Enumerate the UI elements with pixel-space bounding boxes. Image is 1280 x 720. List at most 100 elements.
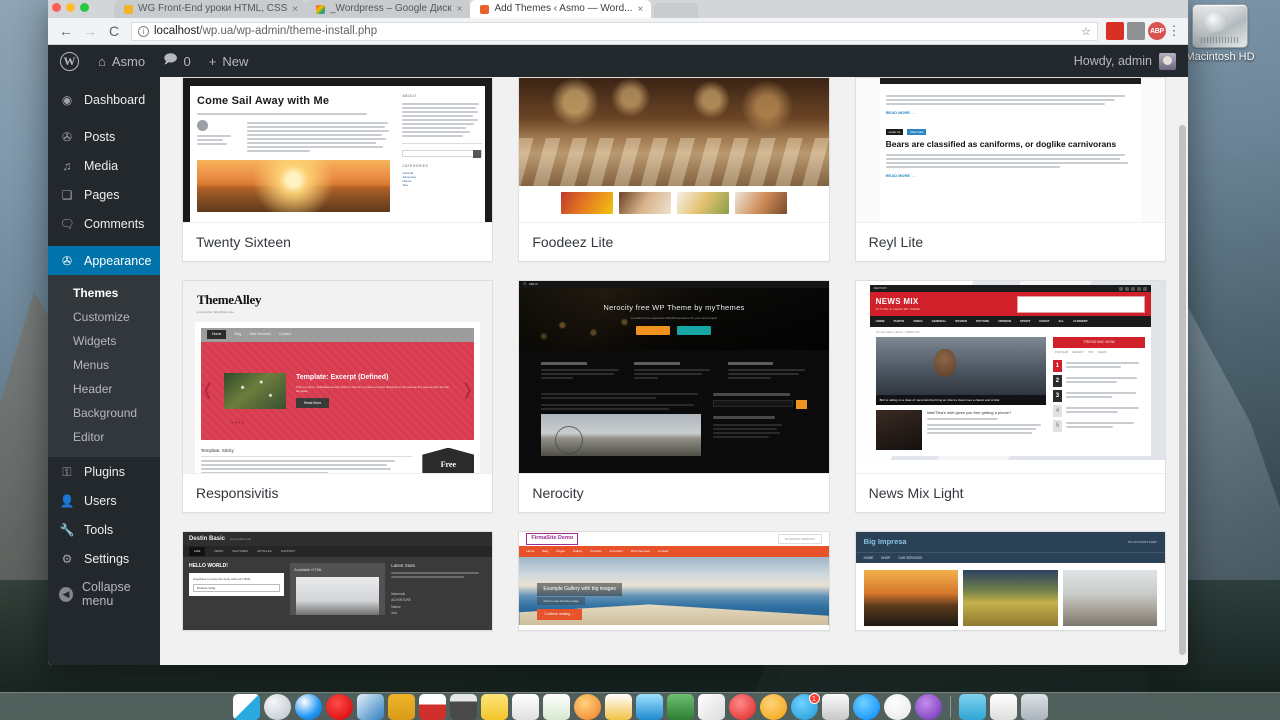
tab-favicon (480, 4, 490, 14)
photoshop-icon[interactable] (356, 694, 384, 720)
browser-menu-icon[interactable]: ⋮ (1166, 24, 1182, 37)
address-bar[interactable]: i localhost/wp.ua/wp-admin/theme-install… (131, 21, 1098, 41)
sidebar-item-pages[interactable]: ❏ Pages (48, 180, 160, 209)
extension-gray-icon[interactable] (1127, 22, 1145, 40)
downloads-folder-icon[interactable] (958, 694, 986, 720)
sidebar-item-appearance[interactable]: ✇ Appearance (48, 246, 160, 275)
sublime-icon[interactable] (666, 694, 694, 720)
preview-lower (519, 381, 828, 456)
keynote-doc-icon[interactable] (604, 694, 632, 720)
theme-card-firmasite-demo[interactable]: FirmaSite Demo BUSINESS WEBSITE Home Blo… (518, 531, 830, 631)
launchpad-icon[interactable] (573, 694, 601, 720)
preview-search-row (712, 400, 807, 409)
window-traffic-lights[interactable] (52, 3, 89, 12)
close-window-button[interactable] (52, 3, 61, 12)
preview-foodeez-lite (519, 78, 829, 222)
siri-icon[interactable] (263, 694, 291, 720)
preview-aside-tab: POPULAR (1054, 349, 1069, 354)
tab-close-icon[interactable]: × (637, 4, 643, 15)
appstore-icon[interactable] (883, 694, 911, 720)
slide-title: Template: Excerpt (Defined) (295, 373, 389, 381)
theme-card-responsivitis[interactable]: ThemeAlley just another WordPress site H… (182, 280, 494, 513)
pages-doc-icon[interactable] (511, 694, 539, 720)
submenu-item-background[interactable]: Background (48, 401, 160, 425)
browser-toolbar: ← → C i localhost/wp.ua/wp-admin/theme-i… (48, 18, 1188, 45)
sidebar-item-tools[interactable]: 🔧 Tools (48, 515, 160, 544)
forward-button[interactable]: → (78, 19, 102, 43)
theme-card-twenty-sixteen[interactable]: Come Sail Away with Me ABOUT CATEGORIES … (182, 77, 494, 262)
sidebar-item-comments[interactable]: 🗨 Comments (48, 209, 160, 238)
photos-icon[interactable] (697, 694, 725, 720)
viber-icon[interactable] (759, 694, 787, 720)
wordpress-admin: W ⌂ Asmo 🗩 0 + New Howdy, admin ◉ Dashbo… (48, 45, 1188, 665)
submenu-item-themes[interactable]: Themes (48, 281, 160, 305)
terminal-icon[interactable] (449, 694, 477, 720)
site-name-menu[interactable]: ⌂ Asmo (89, 45, 154, 77)
itunes-icon[interactable] (914, 694, 942, 720)
adblock-plus-icon[interactable]: ABP (1148, 22, 1166, 40)
theme-card-news-mix-light[interactable]: NEWS MIX NEWS MIX STYLISH & CLEAN WP THE… (854, 280, 1166, 513)
bookmark-star-icon[interactable]: ☆ (1081, 25, 1091, 38)
folder-icon[interactable] (387, 694, 415, 720)
preview-top-button: BUSINESS WEBSITE (778, 533, 822, 545)
submenu-item-menus[interactable]: Menus (48, 353, 160, 377)
browser-tab-3-active[interactable]: Add Themes ‹ Asmo — Word... × (470, 0, 652, 18)
preview-hero-subcaption: Click to see full-size image (537, 597, 585, 606)
preview-topbar (183, 78, 493, 86)
theme-card-nerocity[interactable]: ☰ MENU Nerocity free WP Theme by myTheme… (518, 280, 830, 513)
preview-category-link: Sea (402, 183, 408, 188)
document-icon[interactable] (989, 694, 1017, 720)
back-button[interactable]: ← (54, 19, 78, 43)
reload-button[interactable]: C (102, 19, 126, 43)
preview-below-slider: Template: Sticky Free (201, 447, 475, 473)
sidebar-item-users[interactable]: 👤 Users (48, 486, 160, 515)
mail-icon[interactable] (635, 694, 663, 720)
gallery-image (963, 570, 1058, 626)
preview-menu-item: ALL (1058, 319, 1065, 324)
minimize-window-button[interactable] (66, 3, 75, 12)
browser-tab-1[interactable]: WG Front-End уроки HTML, CSS × (114, 0, 306, 18)
theme-card-reyl-lite[interactable]: READ MORE → under us Mammals Bears are c… (854, 77, 1166, 262)
theme-card-destin-basic[interactable]: Destin Basic just another site LOG DEMO … (182, 531, 494, 631)
sidebar-item-media[interactable]: ♫ Media (48, 151, 160, 180)
chrome-window-icon[interactable] (821, 694, 849, 720)
new-content-menu[interactable]: + New (200, 45, 258, 77)
trash-icon[interactable] (1020, 694, 1048, 720)
finder-icon[interactable] (232, 694, 260, 720)
content-scrollbar-thumb[interactable] (1179, 125, 1186, 655)
address-bar-url: localhost/wp.ua/wp-admin/theme-install.p… (154, 25, 377, 37)
sidebar-item-dashboard[interactable]: ◉ Dashboard (48, 85, 160, 114)
comments-menu[interactable]: 🗩 0 (154, 45, 200, 77)
site-info-icon[interactable]: i (138, 25, 149, 37)
preview-aside-row: 2 (1052, 375, 1145, 388)
tab-close-icon[interactable]: × (457, 4, 463, 15)
submenu-item-customize[interactable]: Customize (48, 305, 160, 329)
numbers-doc-icon[interactable] (542, 694, 570, 720)
submenu-item-editor[interactable]: Editor (48, 425, 160, 449)
sidebar-item-posts[interactable]: ✇ Posts (48, 122, 160, 151)
submenu-item-widgets[interactable]: Widgets (48, 329, 160, 353)
skype-icon[interactable] (728, 694, 756, 720)
notes-icon[interactable] (480, 694, 508, 720)
preview-search-box (402, 149, 483, 158)
tab-close-icon[interactable]: × (292, 4, 298, 15)
submenu-item-header[interactable]: Header (48, 377, 160, 401)
pdf-icon[interactable] (418, 694, 446, 720)
sidebar-item-settings[interactable]: ⚙ Settings (48, 544, 160, 573)
preview-main-column: Come Sail Away with Me (197, 94, 391, 212)
extension-red-icon[interactable] (1106, 22, 1124, 40)
account-menu[interactable]: Howdy, admin (1074, 52, 1186, 70)
new-tab-button[interactable] (654, 3, 699, 18)
theme-card-big-impresa[interactable]: Big Impresa MY ACCOUNT CART HOME SHOP OU… (854, 531, 1166, 631)
telegram-icon[interactable]: 1 (790, 693, 820, 720)
collapse-menu-button[interactable]: ◀ Collapse menu (48, 579, 160, 609)
messenger-icon[interactable] (852, 694, 880, 720)
opera-icon[interactable] (325, 694, 353, 720)
wordpress-logo-icon: W (60, 51, 79, 71)
maximize-window-button[interactable] (80, 3, 89, 12)
browser-tab-2[interactable]: _Wordpress – Google Диск × (306, 0, 471, 18)
wp-logo-menu[interactable]: W (50, 45, 89, 77)
sidebar-item-plugins[interactable]: ⚿ Plugins (48, 457, 160, 486)
safari-icon[interactable] (294, 694, 322, 720)
theme-card-foodeez-lite[interactable]: Foodeez Lite (518, 77, 830, 262)
